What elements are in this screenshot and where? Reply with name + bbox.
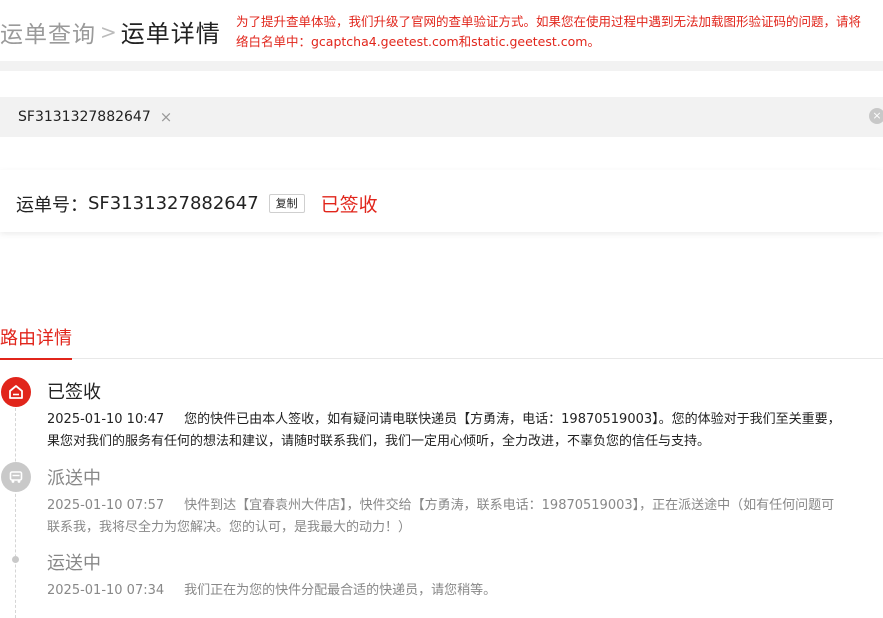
page-title: 运单详情 — [120, 20, 221, 48]
event-description: 2025-01-10 07:57 快件到达【宜春袁州大件店】，快件交给【方勇涛，联… — [47, 495, 883, 539]
notice-line-1: 为了提升查单体验，我们升级了官网的查单验证方式。如果您在使用过程中遇到无法加载图… — [236, 14, 862, 29]
route-event-delivering: 派送中 2025-01-10 07:57 快件到达【宜春袁州大件店】，快件交给【方… — [47, 464, 883, 539]
waybill-summary-card: 运单号： SF3131327882647 复制 已签收 — [0, 170, 883, 232]
route-event-signed: 已签收 2025-01-10 10:47 您的快件已由本人签收，如有疑问请电联快递… — [47, 378, 883, 453]
event-title: 派送中 — [47, 468, 101, 489]
route-event-in-transit: 运送中 2025-01-10 07:34 我们正在为您的快件分配最合适的快递员，请… — [47, 549, 883, 602]
notice-line-2: 络白名单中：gcaptcha4.geetest.com和static.geete… — [236, 34, 600, 49]
event-description: 2025-01-10 07:34 我们正在为您的快件分配最合适的快递员，请您稍等。 — [47, 580, 883, 602]
waybill-number-label: 运单号： — [16, 194, 88, 216]
event-text-line-1: 快件到达【宜春袁州大件店】，快件交给【方勇涛，联系电话：19870519003】… — [184, 498, 835, 513]
waybill-tag: SF3131327882647 × — [18, 108, 172, 126]
tag-remove-icon[interactable]: × — [160, 108, 173, 126]
event-text-line-1: 我们正在为您的快件分配最合适的快递员，请您稍等。 — [184, 583, 497, 598]
in-transit-dot-icon — [12, 556, 19, 563]
breadcrumb: 运单查询 > 运单详情 — [0, 14, 221, 49]
timeline-line — [15, 408, 17, 618]
copy-button[interactable]: 复制 — [268, 194, 305, 213]
event-time: 2025-01-10 07:57 — [47, 498, 165, 513]
event-description: 2025-01-10 10:47 您的快件已由本人签收，如有疑问请电联快递员【方勇… — [47, 409, 883, 453]
divider-band — [0, 61, 883, 71]
verification-notice: 为了提升查单体验，我们升级了官网的查单验证方式。如果您在使用过程中遇到无法加载图… — [236, 12, 883, 52]
event-title: 已签收 — [47, 382, 101, 403]
waybill-status: 已签收 — [320, 194, 378, 216]
signed-house-icon — [1, 377, 31, 407]
waybill-search-input[interactable]: SF3131327882647 × × — [0, 97, 883, 137]
breadcrumb-separator: > — [100, 19, 117, 44]
breadcrumb-waybill-query[interactable]: 运单查询 — [0, 15, 96, 49]
event-time: 2025-01-10 10:47 — [47, 412, 165, 427]
event-time: 2025-01-10 07:34 — [47, 583, 165, 598]
tab-route-details[interactable]: 路由详情 — [0, 324, 72, 360]
clear-search-icon[interactable]: × — [869, 108, 883, 124]
delivery-truck-icon — [1, 462, 31, 492]
event-text-line-2: 果您对我们的服务有任何的想法和建议，请随时联系我们，我们一定用心倾听，全力改进，… — [47, 434, 711, 449]
event-title: 运送中 — [47, 553, 101, 574]
detail-tabs: 路由详情 — [0, 322, 883, 360]
waybill-tag-label: SF3131327882647 — [18, 109, 151, 125]
event-text-line-2: 联系我，我将尽全力为您解决。您的认可，是我最大的动力！） — [47, 520, 412, 535]
waybill-number: SF3131327882647 — [88, 193, 259, 214]
event-text-line-1: 您的快件已由本人签收，如有疑问请电联快递员【方勇涛，电话：19870519003… — [184, 412, 841, 427]
